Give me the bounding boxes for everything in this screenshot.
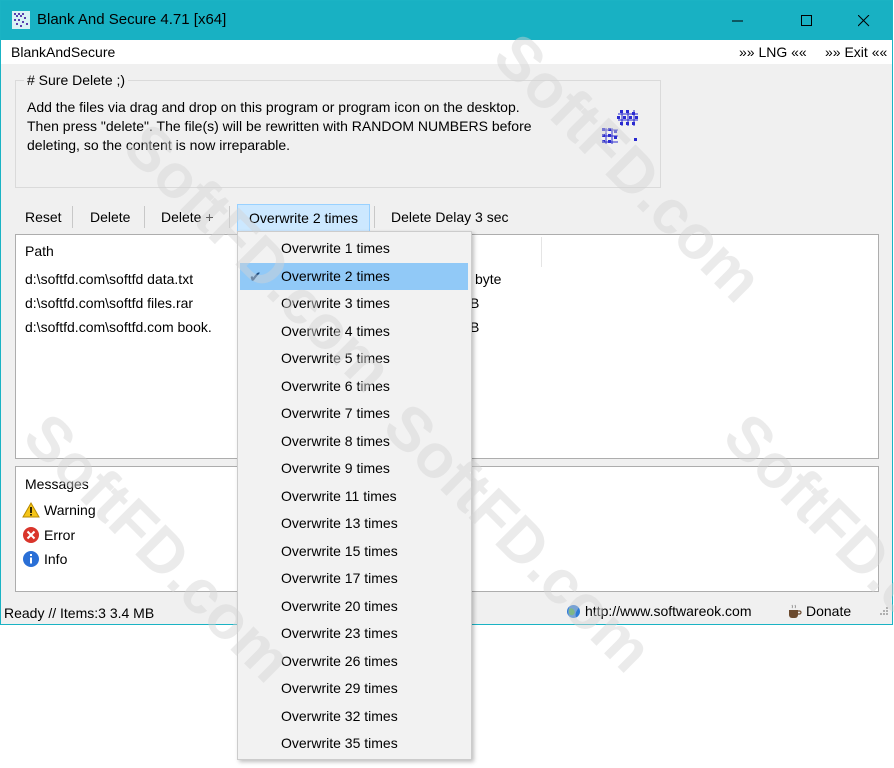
intro-line: Add the files via drag and drop on this …: [27, 99, 520, 115]
warning-icon: [22, 502, 40, 518]
overwrite-menu-item-label: Overwrite 29 times: [281, 680, 398, 696]
intro-line: deleting, so the content is now irrepara…: [27, 137, 291, 153]
overwrite-menu-item-label: Overwrite 5 times: [281, 350, 390, 366]
overwrite-menu-item[interactable]: Overwrite 11 times: [240, 483, 468, 510]
info-icon: [23, 551, 39, 567]
overwrite-menu-item-label: Overwrite 6 times: [281, 377, 390, 394]
overwrite-menu-item-label: Overwrite 8 times: [281, 432, 390, 449]
window-title: Blank And Secure 4.71 [x64]: [37, 11, 227, 28]
overwrite-menu-item-label: Overwrite 11 times: [281, 487, 397, 504]
overwrite-menu: Overwrite 1 times ✔ Overwrite 2 times Overw…: [237, 231, 472, 760]
overwrite-menu-item[interactable]: Overwrite 3 times: [240, 290, 468, 317]
file-row-path[interactable]: d:\softfd.com\softfd files.rar: [25, 295, 193, 311]
delete-button[interactable]: Delete: [90, 209, 130, 225]
overwrite-menu-item[interactable]: Overwrite 17 times: [240, 565, 468, 592]
file-row-size: byte: [475, 271, 502, 287]
overwrite-menu-item[interactable]: Overwrite 15 times: [240, 538, 468, 565]
delete-plus-button[interactable]: Delete +: [161, 209, 214, 225]
close-button[interactable]: [841, 1, 887, 40]
maximize-icon: [801, 14, 812, 26]
reset-button[interactable]: Reset: [25, 209, 62, 225]
delete-delay-button[interactable]: Delete Delay 3 sec: [391, 209, 509, 225]
overwrite-menu-item[interactable]: Overwrite 1 times: [240, 235, 468, 262]
minimize-icon: [732, 20, 743, 21]
overwrite-menu-item[interactable]: Overwrite 23 times: [240, 620, 468, 647]
file-row-path[interactable]: d:\softfd.com\softfd data.txt: [25, 271, 193, 287]
overwrite-menu-item[interactable]: Overwrite 6 times: [240, 373, 468, 400]
overwrite-menu-item[interactable]: Overwrite 7 times: [240, 400, 468, 427]
menu-app-name[interactable]: BlankAndSecure: [11, 44, 115, 60]
overwrite-menu-item-label: Overwrite 20 times: [281, 597, 398, 614]
globe-icon: [567, 604, 580, 618]
overwrite-menu-item[interactable]: Overwrite 29 times: [240, 675, 468, 702]
overwrite-menu-item[interactable]: Overwrite 5 times: [240, 345, 468, 372]
overwrite-menu-item[interactable]: Overwrite 13 times: [240, 510, 468, 537]
app-icon: [12, 11, 30, 29]
intro-line: Then press "delete". The file(s) will be…: [27, 118, 532, 134]
menu-exit[interactable]: »» Exit ««: [825, 44, 887, 60]
close-icon: [858, 14, 870, 26]
overwrite-menu-item-label: Overwrite 17 times: [281, 570, 398, 586]
file-row-path[interactable]: d:\softfd.com\softfd.com book.: [25, 319, 212, 335]
error-icon: [23, 527, 39, 543]
overwrite-menu-item[interactable]: Overwrite 20 times: [240, 593, 468, 620]
column-separator[interactable]: [541, 237, 542, 267]
message-error[interactable]: Error: [22, 526, 75, 544]
coffee-cup-icon: [789, 604, 802, 618]
toolbar-separator: [374, 206, 375, 228]
message-label: Error: [44, 527, 76, 543]
menu-bar: BlankAndSecure »» LNG «« »» Exit ««: [1, 40, 892, 64]
overwrite-menu-item[interactable]: Overwrite 26 times: [240, 648, 468, 675]
overwrite-menu-item[interactable]: Overwrite 35 times: [240, 730, 468, 757]
overwrite-menu-item-label: Overwrite 1 times: [281, 240, 390, 256]
overwrite-button-label: Overwrite 2 times: [249, 210, 358, 226]
overwrite-menu-item-label: Overwrite 13 times: [281, 515, 398, 531]
donate-label: Donate: [806, 603, 852, 619]
overwrite-menu-item-label: Overwrite 32 times: [281, 707, 398, 724]
overwrite-menu-item-label: Overwrite 15 times: [281, 542, 398, 559]
app-logo: [602, 110, 638, 144]
overwrite-menu-item-label: Overwrite 4 times: [281, 322, 390, 339]
toolbar-separator: [229, 206, 230, 228]
toolbar-separator: [144, 206, 145, 228]
resize-grip-icon[interactable]: [877, 606, 889, 618]
website-url: http://www.softwareok.com: [585, 603, 752, 619]
status-text: Ready // Items:3 3.4 MB: [4, 605, 155, 621]
message-label: Info: [44, 551, 68, 567]
messages-title: Messages: [25, 476, 89, 492]
overwrite-menu-item-label: Overwrite 35 times: [281, 735, 398, 751]
title-bar[interactable]: Blank And Secure 4.71 [x64]: [1, 1, 892, 40]
message-label: Warning: [44, 502, 96, 518]
minimize-button[interactable]: [715, 1, 761, 40]
overwrite-menu-item[interactable]: Overwrite 32 times: [240, 703, 468, 730]
column-header-path[interactable]: Path: [25, 243, 54, 259]
menu-language[interactable]: »» LNG ««: [739, 44, 807, 60]
message-info[interactable]: Info: [22, 550, 67, 568]
message-warning[interactable]: Warning: [22, 502, 96, 518]
overwrite-menu-item[interactable]: Overwrite 8 times: [240, 428, 468, 455]
overwrite-dropdown-button[interactable]: Overwrite 2 times: [237, 204, 370, 232]
overwrite-menu-item[interactable]: Overwrite 9 times: [240, 455, 468, 482]
donate-link[interactable]: Donate: [787, 603, 851, 619]
intro-group-title: # Sure Delete ;): [24, 72, 129, 88]
website-link[interactable]: http://www.softwareok.com: [566, 603, 752, 619]
overwrite-menu-item-label: Overwrite 26 times: [281, 652, 398, 669]
overwrite-menu-item[interactable]: ✔ Overwrite 2 times: [240, 262, 468, 290]
overwrite-menu-item-label: Overwrite 9 times: [281, 460, 390, 476]
overwrite-menu-item-label: Overwrite 7 times: [281, 405, 390, 421]
checkmark-icon: ✔: [249, 268, 262, 286]
toolbar-separator: [72, 206, 73, 228]
maximize-button[interactable]: [784, 1, 830, 40]
overwrite-menu-item[interactable]: Overwrite 4 times: [240, 318, 468, 345]
overwrite-menu-item-label: Overwrite 2 times: [281, 267, 390, 284]
overwrite-menu-item-label: Overwrite 3 times: [281, 295, 390, 311]
overwrite-menu-item-label: Overwrite 23 times: [281, 625, 398, 641]
